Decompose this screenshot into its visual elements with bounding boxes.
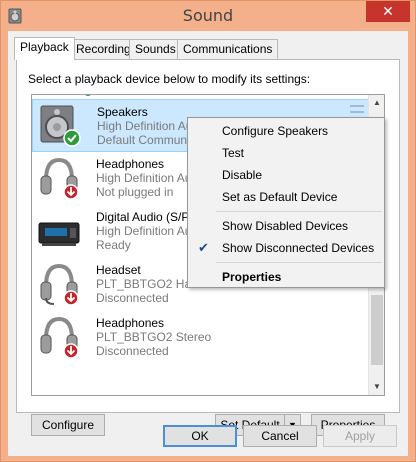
device-driver: High Definition Au bbox=[96, 171, 192, 185]
sound-window: Sound ✕ Playback Recording Sounds Commun… bbox=[0, 0, 416, 462]
close-button[interactable]: ✕ bbox=[366, 1, 410, 22]
menu-item-label: Show Disconnected Devices bbox=[222, 241, 375, 255]
device-driver: High Definition Au bbox=[97, 119, 193, 133]
headphones-icon bbox=[40, 316, 79, 359]
tab-recording[interactable]: Recording bbox=[70, 39, 137, 59]
device-status: Default Communic bbox=[97, 133, 196, 147]
tab-sounds[interactable]: Sounds bbox=[129, 39, 182, 59]
headset-icon bbox=[40, 263, 79, 306]
menu-item-show-disconnected-devices[interactable]: ✔ Show Disconnected Devices bbox=[188, 237, 384, 259]
green-phone-check-icon bbox=[63, 129, 81, 147]
ok-button[interactable]: OK bbox=[163, 425, 237, 447]
device-name: Headset bbox=[96, 263, 141, 277]
menu-item-set-default-device[interactable]: Set as Default Device bbox=[188, 186, 384, 208]
device-status: Ready bbox=[96, 238, 131, 252]
menu-item-show-disabled-devices[interactable]: Show Disabled Devices bbox=[188, 215, 384, 237]
configure-button[interactable]: Configure bbox=[31, 414, 105, 436]
checkmark-icon: ✔ bbox=[198, 240, 209, 255]
device-context-menu: Configure Speakers Test Disable Set as D… bbox=[187, 117, 385, 288]
scroll-down-arrow-icon[interactable]: ▼ bbox=[369, 379, 384, 395]
device-status: Disconnected bbox=[96, 344, 169, 358]
instruction-text: Select a playback device below to modify… bbox=[28, 72, 311, 86]
window-title: Sound bbox=[182, 6, 234, 25]
menu-item-properties[interactable]: Properties bbox=[188, 266, 384, 288]
scroll-up-arrow-icon[interactable]: ▲ bbox=[369, 95, 384, 111]
device-name: Headphones bbox=[96, 316, 165, 330]
device-row-headphones-bt[interactable]: Headphones PLT_BBTGO2 Stereo Disconnecte… bbox=[32, 311, 369, 364]
menu-separator bbox=[216, 211, 382, 212]
tab-playback[interactable]: Playback bbox=[14, 37, 75, 60]
digital-audio-icon bbox=[38, 222, 80, 246]
scroll-thumb[interactable] bbox=[371, 295, 383, 365]
menu-item-disable[interactable]: Disable bbox=[188, 164, 384, 186]
speaker-icon bbox=[40, 105, 81, 147]
tab-communications[interactable]: Communications bbox=[177, 39, 279, 59]
device-name: Headphones bbox=[96, 157, 165, 171]
device-name: Digital Audio (S/PE bbox=[96, 210, 198, 224]
device-name: Speakers bbox=[97, 105, 148, 119]
row-grip-icon bbox=[350, 105, 364, 113]
menu-separator bbox=[216, 262, 382, 263]
cancel-button[interactable]: Cancel bbox=[243, 425, 317, 447]
device-status: Not plugged in bbox=[96, 185, 174, 199]
apply-button[interactable]: Apply bbox=[323, 425, 397, 447]
menu-item-test[interactable]: Test bbox=[188, 142, 384, 164]
title-bar[interactable]: Sound ✕ bbox=[1, 1, 415, 31]
menu-item-configure-speakers[interactable]: Configure Speakers bbox=[188, 120, 384, 142]
device-driver: PLT_BBTGO2 Stereo bbox=[96, 330, 212, 344]
device-status: Disconnected bbox=[96, 291, 169, 305]
device-driver: High Definition Au bbox=[96, 224, 192, 238]
headphones-icon bbox=[40, 157, 79, 200]
